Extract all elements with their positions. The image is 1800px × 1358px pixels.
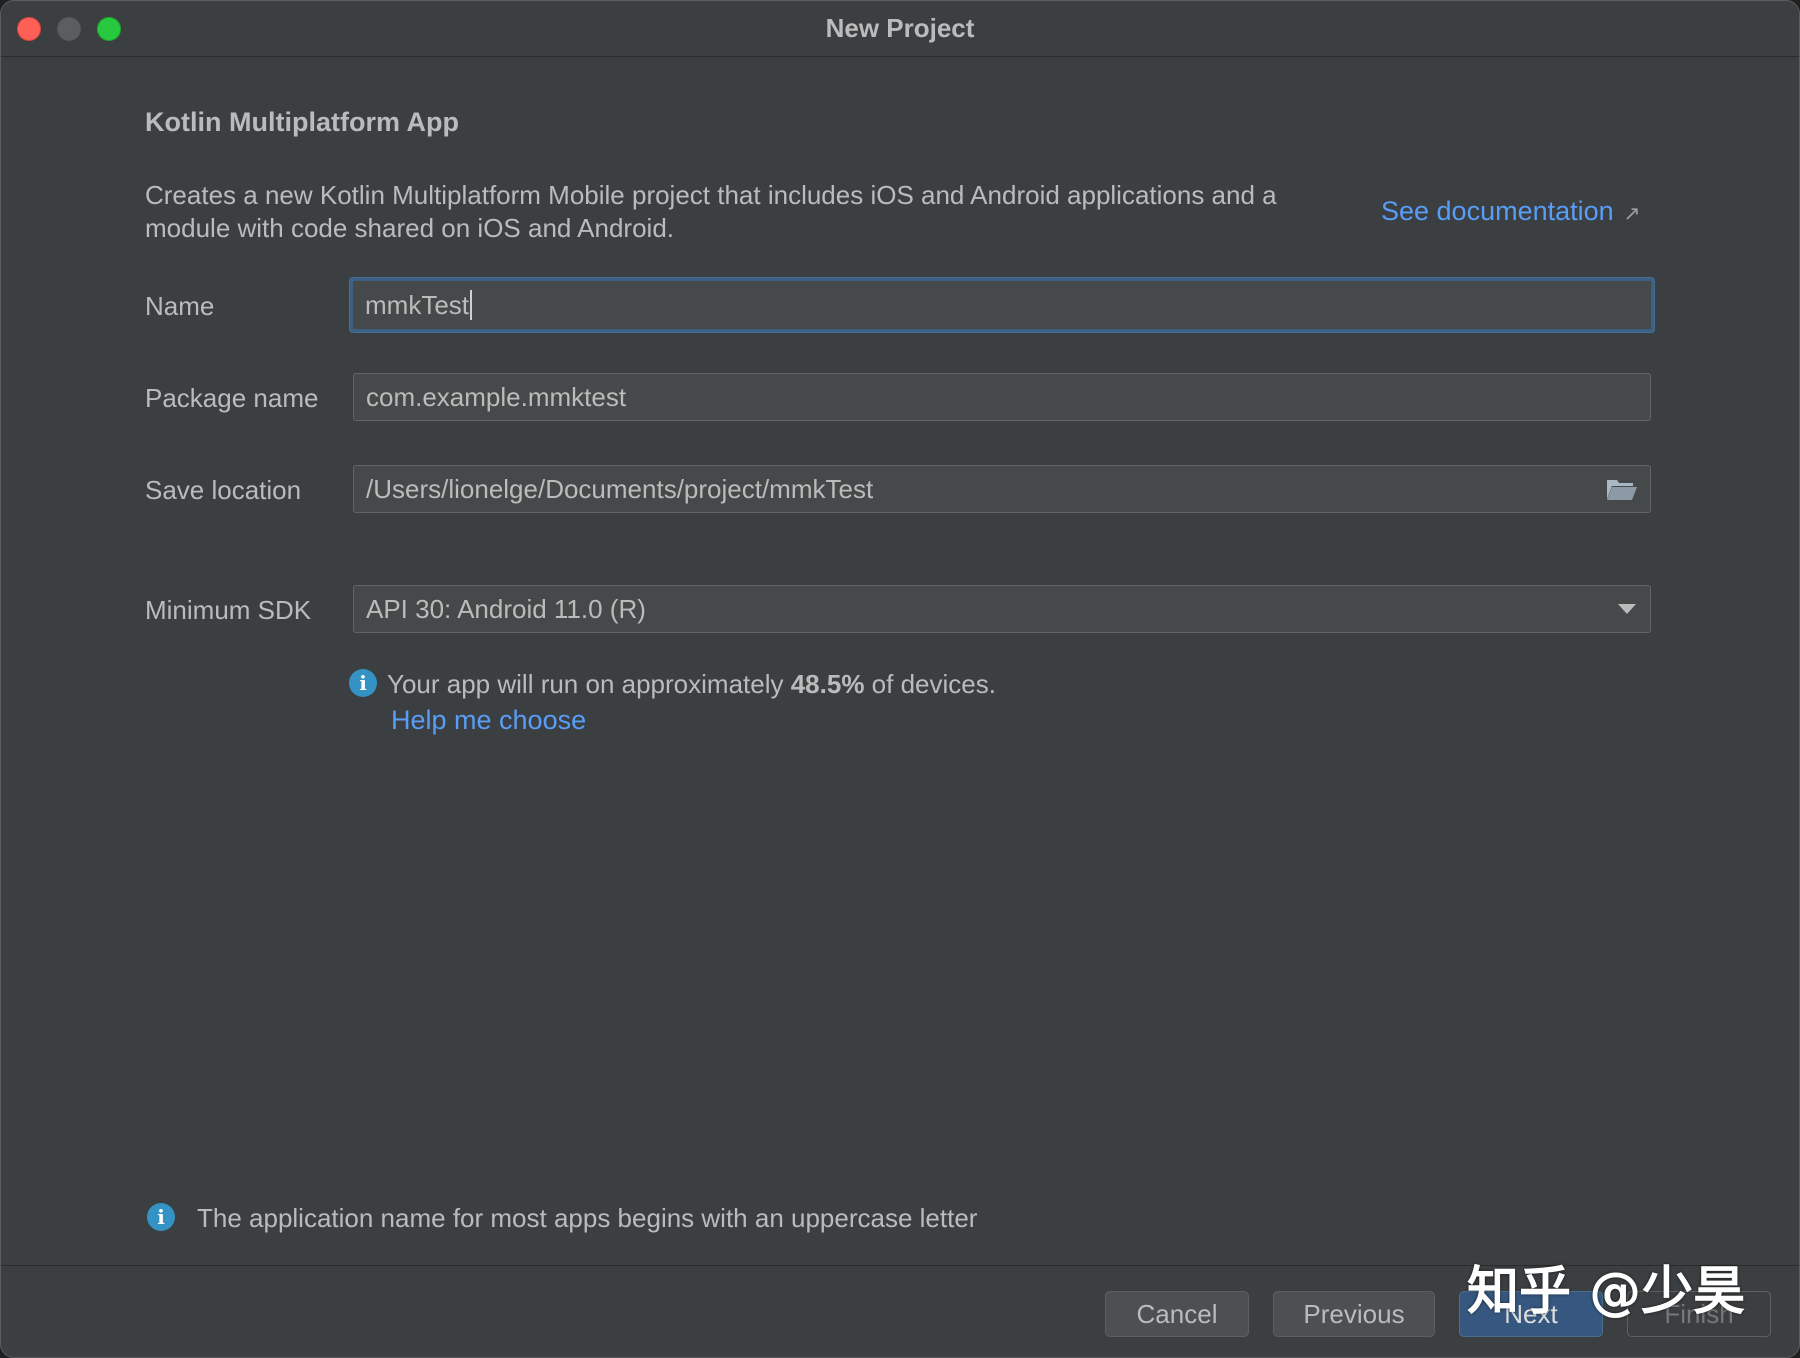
chevron-down-icon — [1618, 604, 1636, 614]
see-documentation-label: See documentation — [1381, 196, 1614, 226]
info-circle-icon: i — [349, 669, 377, 697]
package-name-value: com.example.mmktest — [366, 381, 627, 412]
info-circle-icon: i — [147, 1203, 175, 1231]
name-input[interactable]: mmkTest — [350, 278, 1654, 332]
previous-button[interactable]: Previous — [1273, 1291, 1435, 1337]
cancel-button[interactable]: Cancel — [1105, 1291, 1249, 1337]
sdk-coverage-text: Your app will run on approximately 48.5%… — [387, 669, 996, 700]
folder-open-icon[interactable] — [1606, 477, 1638, 501]
sdk-coverage-percent: 48.5% — [790, 669, 865, 699]
save-location-label: Save location — [145, 475, 302, 505]
new-project-window: New Project Kotlin Multiplatform App Cre… — [0, 0, 1800, 1358]
package-name-label: Package name — [145, 383, 319, 413]
footer-divider — [1, 1265, 1799, 1266]
template-heading: Kotlin Multiplatform App — [145, 107, 459, 137]
title-bar[interactable]: New Project — [1, 1, 1799, 57]
name-input-value: mmkTest — [365, 289, 469, 320]
minimum-sdk-value: API 30: Android 11.0 (R) — [366, 593, 646, 624]
see-documentation-link[interactable]: See documentation ↗ — [1381, 196, 1640, 227]
save-location-input[interactable]: /Users/lionelge/Documents/project/mmkTes… — [353, 465, 1651, 513]
window-title: New Project — [825, 13, 975, 43]
text-caret — [470, 290, 472, 320]
sdk-coverage-prefix: Your app will run on approximately — [387, 669, 791, 699]
finish-button[interactable]: Finish — [1627, 1291, 1771, 1337]
template-description: Creates a new Kotlin Multiplatform Mobil… — [145, 180, 1277, 243]
minimum-sdk-label: Minimum SDK — [145, 595, 312, 625]
package-name-input[interactable]: com.example.mmktest — [353, 373, 1651, 421]
minimum-sdk-select[interactable]: API 30: Android 11.0 (R) — [353, 585, 1651, 633]
name-label: Name — [145, 291, 215, 321]
external-link-arrow-icon: ↗ — [1623, 203, 1641, 225]
next-button[interactable]: Next — [1459, 1291, 1603, 1337]
help-me-choose-link[interactable]: Help me choose — [391, 705, 586, 736]
validation-hint: The application name for most apps begin… — [197, 1203, 978, 1233]
sdk-coverage-suffix: of devices. — [864, 669, 996, 699]
save-location-value: /Users/lionelge/Documents/project/mmkTes… — [366, 473, 874, 504]
